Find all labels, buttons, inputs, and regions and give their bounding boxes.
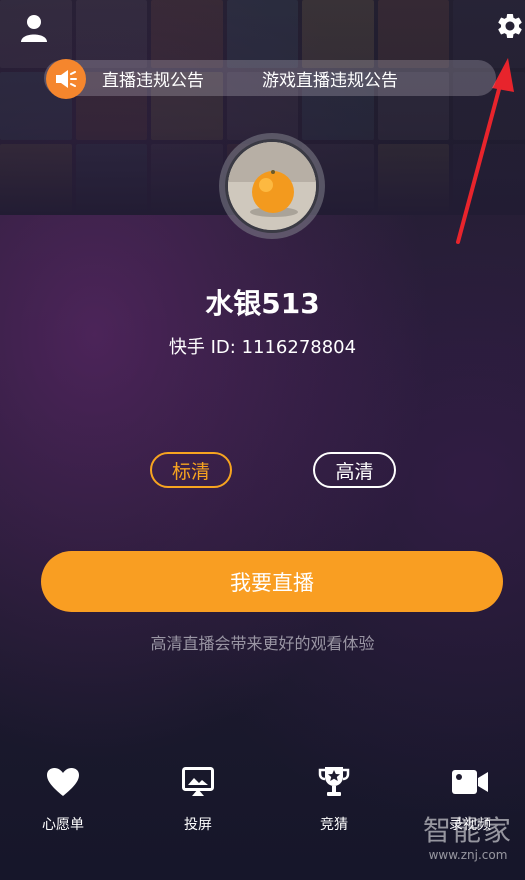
orange-photo	[228, 142, 316, 230]
announcement-button[interactable]	[46, 59, 86, 99]
gear-icon	[498, 13, 522, 38]
heart-icon	[47, 768, 79, 796]
announcement-ticker: 直播违规公告 游戏直播违规公告	[102, 60, 492, 96]
quality-hd-button[interactable]: 高清	[313, 452, 396, 488]
nav-label: 竞猜	[320, 817, 348, 833]
nav-wishlist[interactable]: 心愿单	[13, 760, 113, 834]
watermark-brand: 智能家	[422, 814, 513, 847]
go-live-button[interactable]: 我要直播	[41, 551, 503, 612]
quality-hint: 高清直播会带来更好的观看体验	[150, 634, 375, 653]
announcement-item[interactable]: 游戏直播违规公告	[262, 66, 398, 91]
nav-label: 投屏	[184, 817, 212, 833]
avatar[interactable]	[225, 139, 319, 233]
username: 水银513	[205, 287, 320, 320]
nav-cast[interactable]: 投屏	[148, 760, 248, 834]
quality-sd-button[interactable]: 标清	[150, 452, 232, 488]
user-icon	[21, 15, 47, 42]
cast-icon	[182, 767, 214, 796]
settings-button[interactable]	[492, 8, 525, 44]
speaker-icon	[56, 70, 77, 88]
trophy-icon	[318, 767, 350, 796]
announcement-item[interactable]: 直播违规公告	[102, 66, 204, 91]
user-profile-button[interactable]	[14, 8, 54, 48]
nav-label: 心愿单	[42, 817, 84, 833]
nav-guess[interactable]: 竞猜	[284, 760, 384, 834]
watermark-url: www.znj.com	[428, 848, 508, 862]
video-camera-icon	[452, 770, 488, 794]
user-id: 快手 ID: 1116278804	[168, 337, 357, 358]
watermark: 智能家 www.znj.com	[413, 815, 523, 875]
